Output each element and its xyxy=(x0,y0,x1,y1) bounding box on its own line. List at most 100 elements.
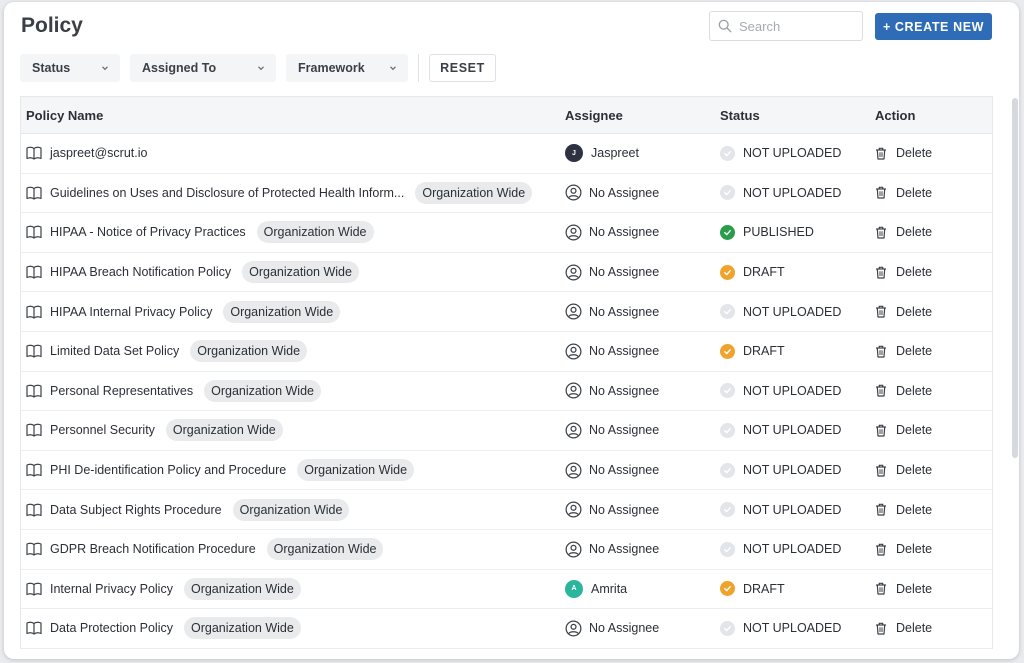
assignee-cell[interactable]: No Assignee xyxy=(565,343,720,360)
status-check-icon xyxy=(720,422,735,438)
delete-button[interactable]: Delete xyxy=(875,582,932,596)
create-new-button[interactable]: + CREATE NEW xyxy=(875,13,992,40)
status-check-icon xyxy=(720,383,735,399)
assignee-cell[interactable]: No Assignee xyxy=(565,382,720,399)
policy-name-cell: Internal Privacy Policy Organization Wide xyxy=(21,577,565,600)
assignee-cell[interactable]: No Assignee xyxy=(565,303,720,320)
table-row[interactable]: GDPR Breach Notification Procedure Organi… xyxy=(21,530,992,570)
policy-name-link[interactable]: HIPAA Internal Privacy Policy xyxy=(50,305,212,319)
action-cell: Delete xyxy=(875,305,992,319)
status-check-icon xyxy=(720,264,735,280)
policy-name-cell: Limited Data Set Policy Organization Wide xyxy=(21,340,565,363)
delete-button[interactable]: Delete xyxy=(875,423,932,437)
framework-filter-dropdown[interactable]: Framework xyxy=(286,54,408,82)
table-row[interactable]: HIPAA Breach Notification Policy Organiza… xyxy=(21,253,992,293)
assignee-cell[interactable]: No Assignee xyxy=(565,184,720,201)
book-icon xyxy=(26,463,42,477)
delete-label: Delete xyxy=(896,146,933,161)
table-row[interactable]: PHI De-identification Policy and Procedu… xyxy=(21,451,992,491)
policy-name-cell: Data Subject Rights Procedure Organizatio… xyxy=(21,498,565,521)
assignee-cell[interactable]: No Assignee xyxy=(565,422,720,439)
table-row[interactable]: HIPAA - Notice of Privacy Practices Organ… xyxy=(21,213,992,253)
delete-button[interactable]: Delete xyxy=(875,146,932,160)
assignee-cell[interactable]: No Assignee xyxy=(565,264,720,281)
policy-name-link[interactable]: jaspreet@scrut.io xyxy=(50,146,147,160)
scope-tag: Organization Wide xyxy=(415,181,533,204)
policy-name-link[interactable]: Data Protection Policy xyxy=(50,621,173,635)
policy-name-link[interactable]: HIPAA Breach Notification Policy xyxy=(50,265,231,279)
delete-button[interactable]: Delete xyxy=(875,186,932,200)
search-box[interactable] xyxy=(709,11,863,41)
policy-name-link[interactable]: Personal Representatives xyxy=(50,384,193,398)
user-circle-icon xyxy=(565,224,582,241)
header-action: Action xyxy=(875,107,916,123)
assigned-to-filter-dropdown[interactable]: Assigned To xyxy=(130,54,276,82)
search-input[interactable] xyxy=(739,18,859,34)
trash-icon xyxy=(876,424,886,437)
header-status[interactable]: Status xyxy=(720,108,875,123)
assignee-name: No Assignee xyxy=(589,383,660,398)
delete-button[interactable]: Delete xyxy=(875,542,932,556)
table-row[interactable]: Data Protection Policy Organization Wide N… xyxy=(21,609,992,649)
policy-name-link[interactable]: PHI De-identification Policy and Procedu… xyxy=(50,463,286,477)
delete-button[interactable]: Delete xyxy=(875,384,932,398)
scope-tag: Organization Wide xyxy=(297,459,415,482)
policy-name-link[interactable]: GDPR Breach Notification Procedure xyxy=(50,542,256,556)
policy-name-cell: Guidelines on Uses and Disclosure of Pro… xyxy=(21,181,565,204)
policy-name-link[interactable]: Personnel Security xyxy=(50,423,155,437)
scope-tag: Organization Wide xyxy=(256,221,374,244)
delete-button[interactable]: Delete xyxy=(875,463,932,477)
header-policy-name[interactable]: Policy Name xyxy=(21,108,565,123)
assignee-name: No Assignee xyxy=(589,502,660,517)
delete-button[interactable]: Delete xyxy=(875,621,932,635)
delete-label: Delete xyxy=(896,265,933,280)
status-cell: DRAFT xyxy=(720,343,875,359)
table-row[interactable]: Guidelines on Uses and Disclosure of Pro… xyxy=(21,174,992,214)
status-check-icon xyxy=(720,462,735,478)
reset-button[interactable]: RESET xyxy=(429,54,496,82)
status-cell: NOT UPLOADED xyxy=(720,185,875,201)
book-icon xyxy=(26,344,42,358)
table-row[interactable]: jaspreet@scrut.io J Jaspreet NOT UPLOADED De… xyxy=(21,134,992,174)
header-assignee[interactable]: Assignee xyxy=(565,108,720,123)
delete-button[interactable]: Delete xyxy=(875,225,932,239)
policy-name-link[interactable]: Data Subject Rights Procedure xyxy=(50,503,222,517)
table-row[interactable]: HIPAA Internal Privacy Policy Organizatio… xyxy=(21,292,992,332)
status-label: NOT UPLOADED xyxy=(743,502,842,517)
assignee-cell[interactable]: No Assignee xyxy=(565,620,720,637)
delete-button[interactable]: Delete xyxy=(875,265,932,279)
table-row[interactable]: Personnel Security Organization Wide No As… xyxy=(21,411,992,451)
policy-name-cell: Personal Representatives Organization Wid… xyxy=(21,379,565,402)
delete-label: Delete xyxy=(896,423,933,438)
status-label: NOT UPLOADED xyxy=(743,463,842,478)
table-row[interactable]: Limited Data Set Policy Organization Wide… xyxy=(21,332,992,372)
policy-name-cell: HIPAA Breach Notification Policy Organiza… xyxy=(21,261,565,284)
assignee-cell[interactable]: No Assignee xyxy=(565,541,720,558)
status-filter-dropdown[interactable]: Status xyxy=(20,54,120,82)
assignee-cell[interactable]: No Assignee xyxy=(565,462,720,479)
user-circle-icon xyxy=(565,541,582,558)
delete-button[interactable]: Delete xyxy=(875,503,932,517)
book-icon xyxy=(26,384,42,398)
table-row[interactable]: Data Subject Rights Procedure Organizatio… xyxy=(21,490,992,530)
assignee-cell[interactable]: No Assignee xyxy=(565,501,720,518)
action-cell: Delete xyxy=(875,503,992,517)
status-label: PUBLISHED xyxy=(743,225,814,240)
assignee-cell[interactable]: J Jaspreet xyxy=(565,144,720,163)
policy-name-link[interactable]: HIPAA - Notice of Privacy Practices xyxy=(50,225,246,239)
action-cell: Delete xyxy=(875,423,992,437)
table-row[interactable]: Personal Representatives Organization Wid… xyxy=(21,372,992,412)
policy-name-cell: HIPAA Internal Privacy Policy Organizatio… xyxy=(21,300,565,323)
policy-name-link[interactable]: Guidelines on Uses and Disclosure of Pro… xyxy=(50,186,404,200)
assignee-cell[interactable]: A Amrita xyxy=(565,579,720,598)
assignee-cell[interactable]: No Assignee xyxy=(565,224,720,241)
scrollbar[interactable] xyxy=(1012,98,1018,458)
policy-name-link[interactable]: Limited Data Set Policy xyxy=(50,344,179,358)
page-title: Policy xyxy=(21,14,83,37)
status-label: NOT UPLOADED xyxy=(743,542,842,557)
delete-button[interactable]: Delete xyxy=(875,305,932,319)
delete-button[interactable]: Delete xyxy=(875,344,932,358)
user-circle-icon xyxy=(565,343,582,360)
policy-name-link[interactable]: Internal Privacy Policy xyxy=(50,582,173,596)
table-row[interactable]: Internal Privacy Policy Organization Wide… xyxy=(21,570,992,610)
